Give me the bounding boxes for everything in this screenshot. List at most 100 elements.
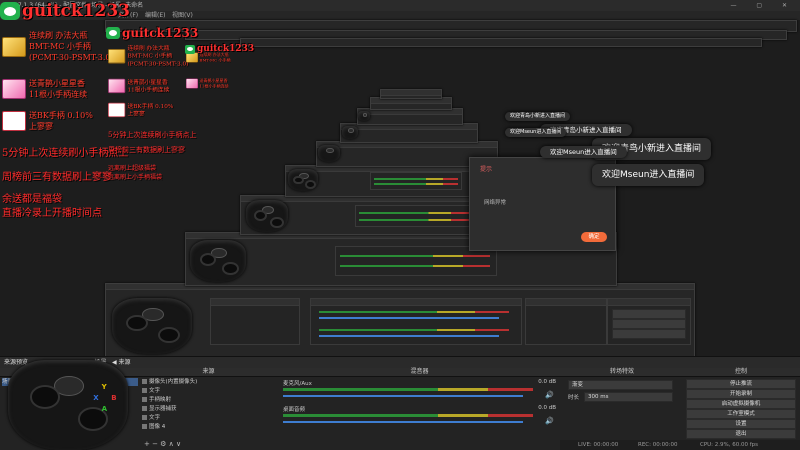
controls-dock-title: 控制 (682, 368, 800, 377)
nested-frame-9 (380, 89, 442, 99)
overlay-text-4: 直播冷录上开播时间点 (2, 208, 102, 219)
studio-mode-button[interactable]: 工作室模式 (686, 409, 796, 419)
nested-mixer-dock-3 (355, 205, 477, 227)
nested-mixer-dock-4 (370, 172, 462, 190)
source-item[interactable]: 手柄映射 (142, 396, 275, 404)
gift-line: (PCMT-30-PSMT-3.0) (127, 60, 189, 68)
nested-controls-dock (607, 298, 691, 345)
monitor-icon (142, 406, 147, 411)
gift-icon (108, 48, 126, 64)
wechat-brand: guitck1233 (0, 0, 130, 22)
wechat-icon (106, 27, 120, 39)
gift-item-nested: 送青鹊小星星香 11根小手柄连续 (186, 78, 229, 89)
nested-frame-7 (357, 108, 463, 125)
mixer-channel-name: 麦克风/Aux (283, 381, 312, 387)
gift-line: 上寥寥 (127, 110, 145, 118)
overlay-text-3: 余送都是福袋 (2, 194, 62, 205)
gift-line: BMT-MC 小手柄 (29, 42, 91, 51)
dialog-message: 网络异常 (484, 200, 507, 206)
duration-input[interactable]: 300 ms (584, 392, 673, 402)
gift-line: 连续刷 办法大瓶 (127, 44, 170, 52)
gamepad-image-8 (358, 111, 370, 121)
wechat-brand-nested-2: guitck1233 (185, 38, 254, 60)
mixer-dock-title: 混音器 (277, 368, 562, 377)
gift-line: 连续刷 办法大瓶 (29, 31, 88, 40)
overlay-small-2: 远离刷上小手柄福袋 (108, 174, 163, 181)
source-item[interactable]: 图像 4 (142, 423, 275, 431)
gamepad-image-6 (318, 145, 340, 162)
gift-item-3: 送BK手柄 0.10% 上寥寥 (2, 110, 93, 132)
stop-streaming-button[interactable]: 停止推流 (686, 379, 796, 389)
gift-line: 上寥寥 (29, 122, 53, 131)
b-button-icon: B (111, 394, 117, 403)
gift-icon (108, 102, 126, 118)
overlay-text-nested: 5分钟上次连续刷小手柄点上 (108, 131, 197, 139)
transitions-dock-title: 转场特效 (562, 368, 682, 377)
status-live: LIVE: 00:00:00 (578, 442, 619, 448)
text-icon (142, 388, 147, 393)
speaker-icon[interactable]: 🔊 (545, 391, 554, 399)
dialog-title: 提示 (480, 166, 493, 173)
transition-select[interactable]: 渐变 (568, 380, 673, 390)
overlay-text-nested: 周榜前三有数据刷上寥寥 (108, 146, 185, 154)
source-item[interactable]: 显示器捕获 (142, 405, 275, 413)
gift-line: 11根小手柄连续 (199, 84, 229, 89)
sources-dock: 来源 摄像头(内置摄像头) 文字 手柄映射 显示器捕获 文字 图像 4 + − … (140, 368, 278, 450)
overlay-small-1: 远离刷上超级福袋 (108, 165, 157, 172)
text-icon (142, 415, 147, 420)
gift-icon (186, 78, 198, 89)
gift-line: 11根小手柄连续 (127, 86, 170, 94)
window-controls[interactable]: — ▢ ✕ (730, 0, 796, 11)
camera-icon (142, 379, 147, 384)
nested-sources-dock (210, 298, 300, 345)
volume-slider[interactable] (283, 421, 523, 423)
virtual-camera-button[interactable]: 启动虚拟摄像机 (686, 399, 796, 409)
wechat-icon (185, 44, 195, 54)
transitions-dock: 转场特效 渐变 时长 300 ms (562, 368, 683, 450)
gift-item-nested: 送青鹊小星星香 11根小手柄连续 (108, 78, 169, 94)
gamepad-icon (142, 397, 147, 402)
source-item[interactable]: 文字 (142, 387, 275, 395)
gift-line: 送BK手柄 0.10% (29, 111, 93, 120)
nested-transition-dock (525, 298, 607, 345)
gamepad-image-5 (288, 169, 318, 191)
speaker-icon[interactable]: 🔊 (545, 417, 554, 425)
gamepad-image-3 (190, 240, 246, 282)
source-toolbar[interactable]: + − ⚙ ∧ ∨ (144, 440, 181, 448)
sources-dock-title: 来源 (140, 368, 277, 377)
gamepad-image-large: Y X B A (8, 360, 128, 450)
x-button-icon: X (93, 394, 99, 403)
overlay-text-2: 周榜前三有数据刷上寥寥 (2, 172, 112, 183)
nested-titlebar-3 (240, 38, 762, 47)
menu-edit[interactable]: 编辑(E) (145, 11, 165, 20)
welcome-toast: 欢迎Mseun进入直播间 (505, 128, 567, 137)
gift-icon (2, 111, 26, 131)
gift-line: 11根小手柄连续 (29, 90, 88, 99)
gift-icon (2, 36, 26, 57)
settings-button[interactable]: 设置 (686, 419, 796, 429)
nested-mixer-dock (310, 298, 522, 345)
menu-view[interactable]: 视图(V) (172, 11, 193, 20)
gift-line: 送青鹊小星星香 (29, 79, 85, 88)
exit-button[interactable]: 退出 (686, 429, 796, 439)
start-recording-button[interactable]: 开始录制 (686, 389, 796, 399)
gift-line: BMT-MC 小手柄 (127, 52, 173, 60)
gift-item-nested: 连续刷 办法大瓶 BMT-MC 小手柄 (PCMT-30-PSMT-3.0) (108, 44, 188, 68)
duration-label: 时长 (568, 395, 580, 401)
source-item[interactable]: 文字 (142, 414, 275, 422)
gift-item-1: 连续刷 办法大瓶 BMT-MC 小手柄 (PCMT-30-PSMT-3.0) (2, 30, 114, 63)
dialog-ok-button[interactable]: 确定 (581, 232, 607, 242)
source-item[interactable]: 摄像头(内置摄像头) (142, 378, 275, 386)
y-button-icon: Y (101, 383, 107, 392)
mixer-channel-name: 桌面音频 (283, 407, 306, 413)
a-button-icon: A (101, 405, 108, 413)
mixer-channel-db: 0.0 dB (538, 379, 556, 385)
gift-icon (2, 79, 26, 99)
volume-slider[interactable] (283, 395, 523, 397)
gift-line: (PCMT-30-PSMT-3.0) (29, 53, 114, 62)
welcome-toast: 欢迎Mseun进入直播间 (540, 146, 627, 158)
wechat-icon (0, 2, 20, 20)
status-rec: REC: 00:00:00 (638, 442, 678, 448)
status-cpu: CPU: 2.9%, 60.00 fps (700, 442, 759, 448)
brand-name: guitck1233 (22, 1, 131, 21)
